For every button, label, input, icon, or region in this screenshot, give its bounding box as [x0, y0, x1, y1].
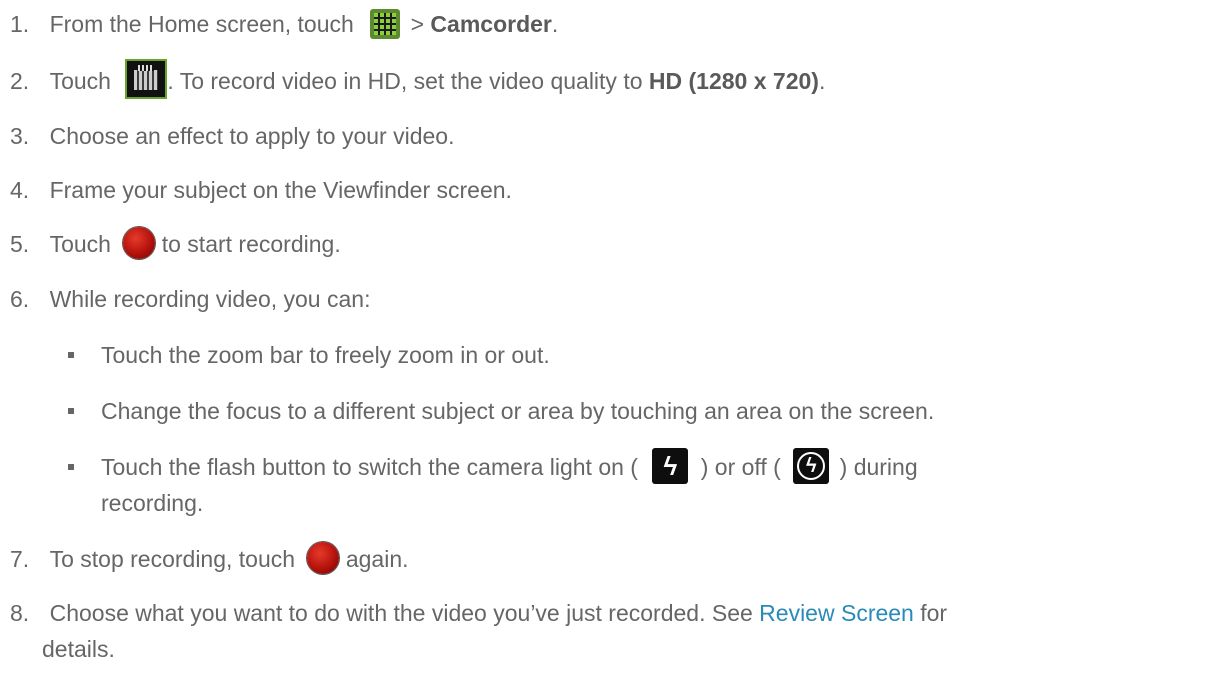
step-7: 7. To stop recording, touch again.	[10, 542, 409, 575]
video-quality-icon	[125, 58, 168, 99]
step-text: While recording video, you can:	[49, 286, 371, 312]
step-number: 8.	[10, 600, 30, 626]
step-text: again.	[345, 546, 409, 572]
apps-grid-icon	[370, 8, 401, 39]
bullet-3: Touch the flash button to switch the cam…	[101, 447, 918, 484]
step-text: to start recording.	[161, 231, 341, 257]
step-bold: HD (1280 x 720)	[648, 68, 819, 94]
step-5: 5. Touch to start recording.	[10, 227, 341, 260]
step-8: 8. Choose what you want to do with the v…	[10, 598, 947, 628]
flash-on-icon: ϟ	[652, 447, 689, 484]
review-screen-link[interactable]: Review Screen	[759, 600, 914, 626]
step-number: 1.	[10, 11, 30, 37]
bullet-text: ) or off (	[700, 454, 781, 480]
step-text: Choose what you want to do with the vide…	[49, 600, 753, 626]
bullet-marker	[68, 408, 74, 414]
step-text: >	[410, 11, 425, 37]
step-text: Choose an effect to apply to your video.	[49, 123, 455, 149]
step-2: 2. Touch . To record video in HD, set th…	[10, 58, 825, 99]
step-text: . To record video in HD, set the video q…	[167, 68, 643, 94]
step-text: To stop recording, touch	[49, 546, 296, 572]
step-number: 7.	[10, 546, 30, 572]
step-4: 4. Frame your subject on the Viewfinder …	[10, 175, 512, 205]
bullet-text: Touch the flash button to switch the cam…	[101, 454, 638, 480]
step-text: Touch	[49, 68, 111, 94]
step-3: 3. Choose an effect to apply to your vid…	[10, 121, 454, 151]
bullet-3-line2: recording.	[101, 490, 204, 516]
step-6: 6. While recording video, you can:	[10, 284, 370, 314]
bullet-1: Touch the zoom bar to freely zoom in or …	[101, 342, 550, 368]
step-text: Frame your subject on the Viewfinder scr…	[49, 177, 512, 203]
step-1: 1. From the Home screen, touch > Camcord…	[10, 8, 558, 39]
bullet-marker	[68, 464, 74, 470]
step-text: Touch	[49, 231, 111, 257]
bullet-marker	[68, 352, 74, 358]
step-number: 4.	[10, 177, 30, 203]
step-text: From the Home screen, touch	[49, 11, 354, 37]
flash-off-icon: ϟ	[793, 447, 830, 484]
record-button-icon	[123, 227, 156, 260]
step-bold: Camcorder	[430, 11, 552, 37]
step-number: 6.	[10, 286, 30, 312]
step-number: 3.	[10, 123, 30, 149]
step-number: 2.	[10, 68, 30, 94]
step-number: 5.	[10, 231, 30, 257]
bullet-2: Change the focus to a different subject …	[101, 398, 935, 424]
record-button-icon	[307, 542, 340, 575]
step-8-line2: details.	[42, 636, 115, 662]
bullet-text: ) during	[839, 454, 918, 480]
step-text: for	[920, 600, 948, 626]
